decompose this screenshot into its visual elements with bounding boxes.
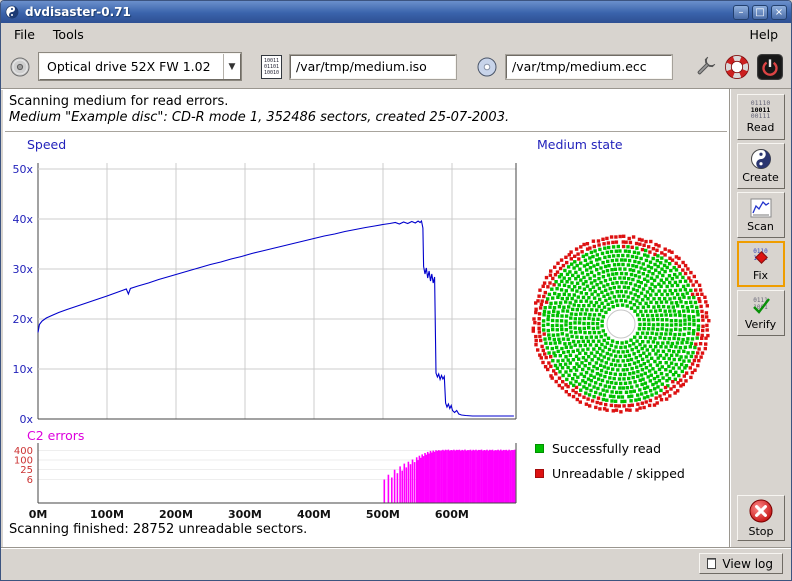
drive-icon [9,56,31,78]
svg-text:6: 6 [27,475,33,486]
view-log-button[interactable]: View log [699,553,783,574]
svg-text:600M: 600M [435,508,469,521]
scan-button[interactable]: Scan [737,192,785,238]
menubar: File Tools Help [1,23,791,45]
action-sidebar: 01110 10011 00111 Read Create Scan [729,89,791,547]
svg-text:50x: 50x [12,163,33,176]
maximize-button[interactable]: □ [752,5,768,20]
svg-text:0M: 0M [29,508,48,521]
svg-text:40x: 40x [12,213,33,226]
svg-text:400: 400 [14,446,33,457]
chevron-down-icon[interactable]: ▼ [223,54,240,79]
menu-help[interactable]: Help [741,25,788,44]
medium-state-title: Medium state [537,137,623,152]
stop-button[interactable]: Stop [737,495,785,541]
preferences-wrench-icon[interactable] [693,55,717,79]
svg-text:200M: 200M [159,508,193,521]
scan-chart-icon [750,197,772,219]
app-icon [5,5,19,19]
verify-icon: 0111 1001 [750,295,772,317]
drive-select-value: Optical drive 52X FW 1.02 [40,59,223,74]
svg-text:25: 25 [20,465,33,476]
verify-button[interactable]: 0111 1001 Verify [737,290,785,336]
legend-label: Successfully read [552,441,661,456]
log-document-icon [707,558,716,569]
toolbar: Optical drive 52X FW 1.02 ▼ 10011 01101 … [1,45,791,89]
titlebar: dvdisaster-0.71 – □ × [1,1,791,23]
separator [5,131,727,133]
menu-tools[interactable]: Tools [44,25,93,44]
yin-yang-icon [750,148,772,170]
svg-text:20x: 20x [12,313,33,326]
minimize-button[interactable]: – [733,5,749,20]
fix-icon: 0110 1011 [750,246,772,268]
legend-label: Unreadable / skipped [552,466,685,481]
read-swatch [535,444,544,453]
status-line-1: Scanning medium for read errors. [9,94,228,109]
svg-text:500M: 500M [366,508,400,521]
window-controls: – □ × [733,5,787,20]
status-line-2: Medium "Example disc": CD-R mode 1, 3524… [9,110,509,125]
medium-state-disc [526,229,716,419]
legend-item-read: Successfully read [535,441,661,456]
window-title: dvdisaster-0.71 [25,5,131,19]
ecc-file-input[interactable] [506,55,672,79]
help-lifebuoy-icon[interactable] [725,55,749,79]
svg-text:0x: 0x [19,413,33,426]
read-button[interactable]: 01110 10011 00111 Read [737,94,785,140]
statusbar: View log [1,547,791,580]
quit-power-icon[interactable] [757,54,783,80]
svg-text:10x: 10x [12,363,33,376]
speed-chart-title: Speed [27,137,66,152]
image-file-input[interactable] [290,55,456,79]
svg-text:400M: 400M [297,508,331,521]
drive-select[interactable]: Optical drive 52X FW 1.02 ▼ [39,53,241,80]
fix-button[interactable]: 0110 1011 Fix [737,241,785,287]
read-icon: 01110 10011 00111 [751,100,771,120]
unreadable-swatch [535,469,544,478]
svg-text:100: 100 [14,456,33,467]
close-button[interactable]: × [771,5,787,20]
main-canvas: Scanning medium for read errors. Medium … [3,89,729,547]
create-button[interactable]: Create [737,143,785,189]
app-window: dvdisaster-0.71 – □ × File Tools Help Op… [0,0,792,581]
chip-row: 10010 [264,70,279,76]
ecc-file-icon [476,56,498,78]
svg-text:30x: 30x [12,263,33,276]
svg-text:100M: 100M [90,508,124,521]
image-file-icon: 10011 01101 10010 [261,55,282,79]
c2-errors-chart-title: C2 errors [27,428,84,443]
scan-result-status: Scanning finished: 28752 unreadable sect… [9,522,307,537]
legend-item-unreadable: Unreadable / skipped [535,466,685,481]
svg-text:300M: 300M [228,508,262,521]
stop-icon [748,498,774,524]
menu-file[interactable]: File [5,25,44,44]
